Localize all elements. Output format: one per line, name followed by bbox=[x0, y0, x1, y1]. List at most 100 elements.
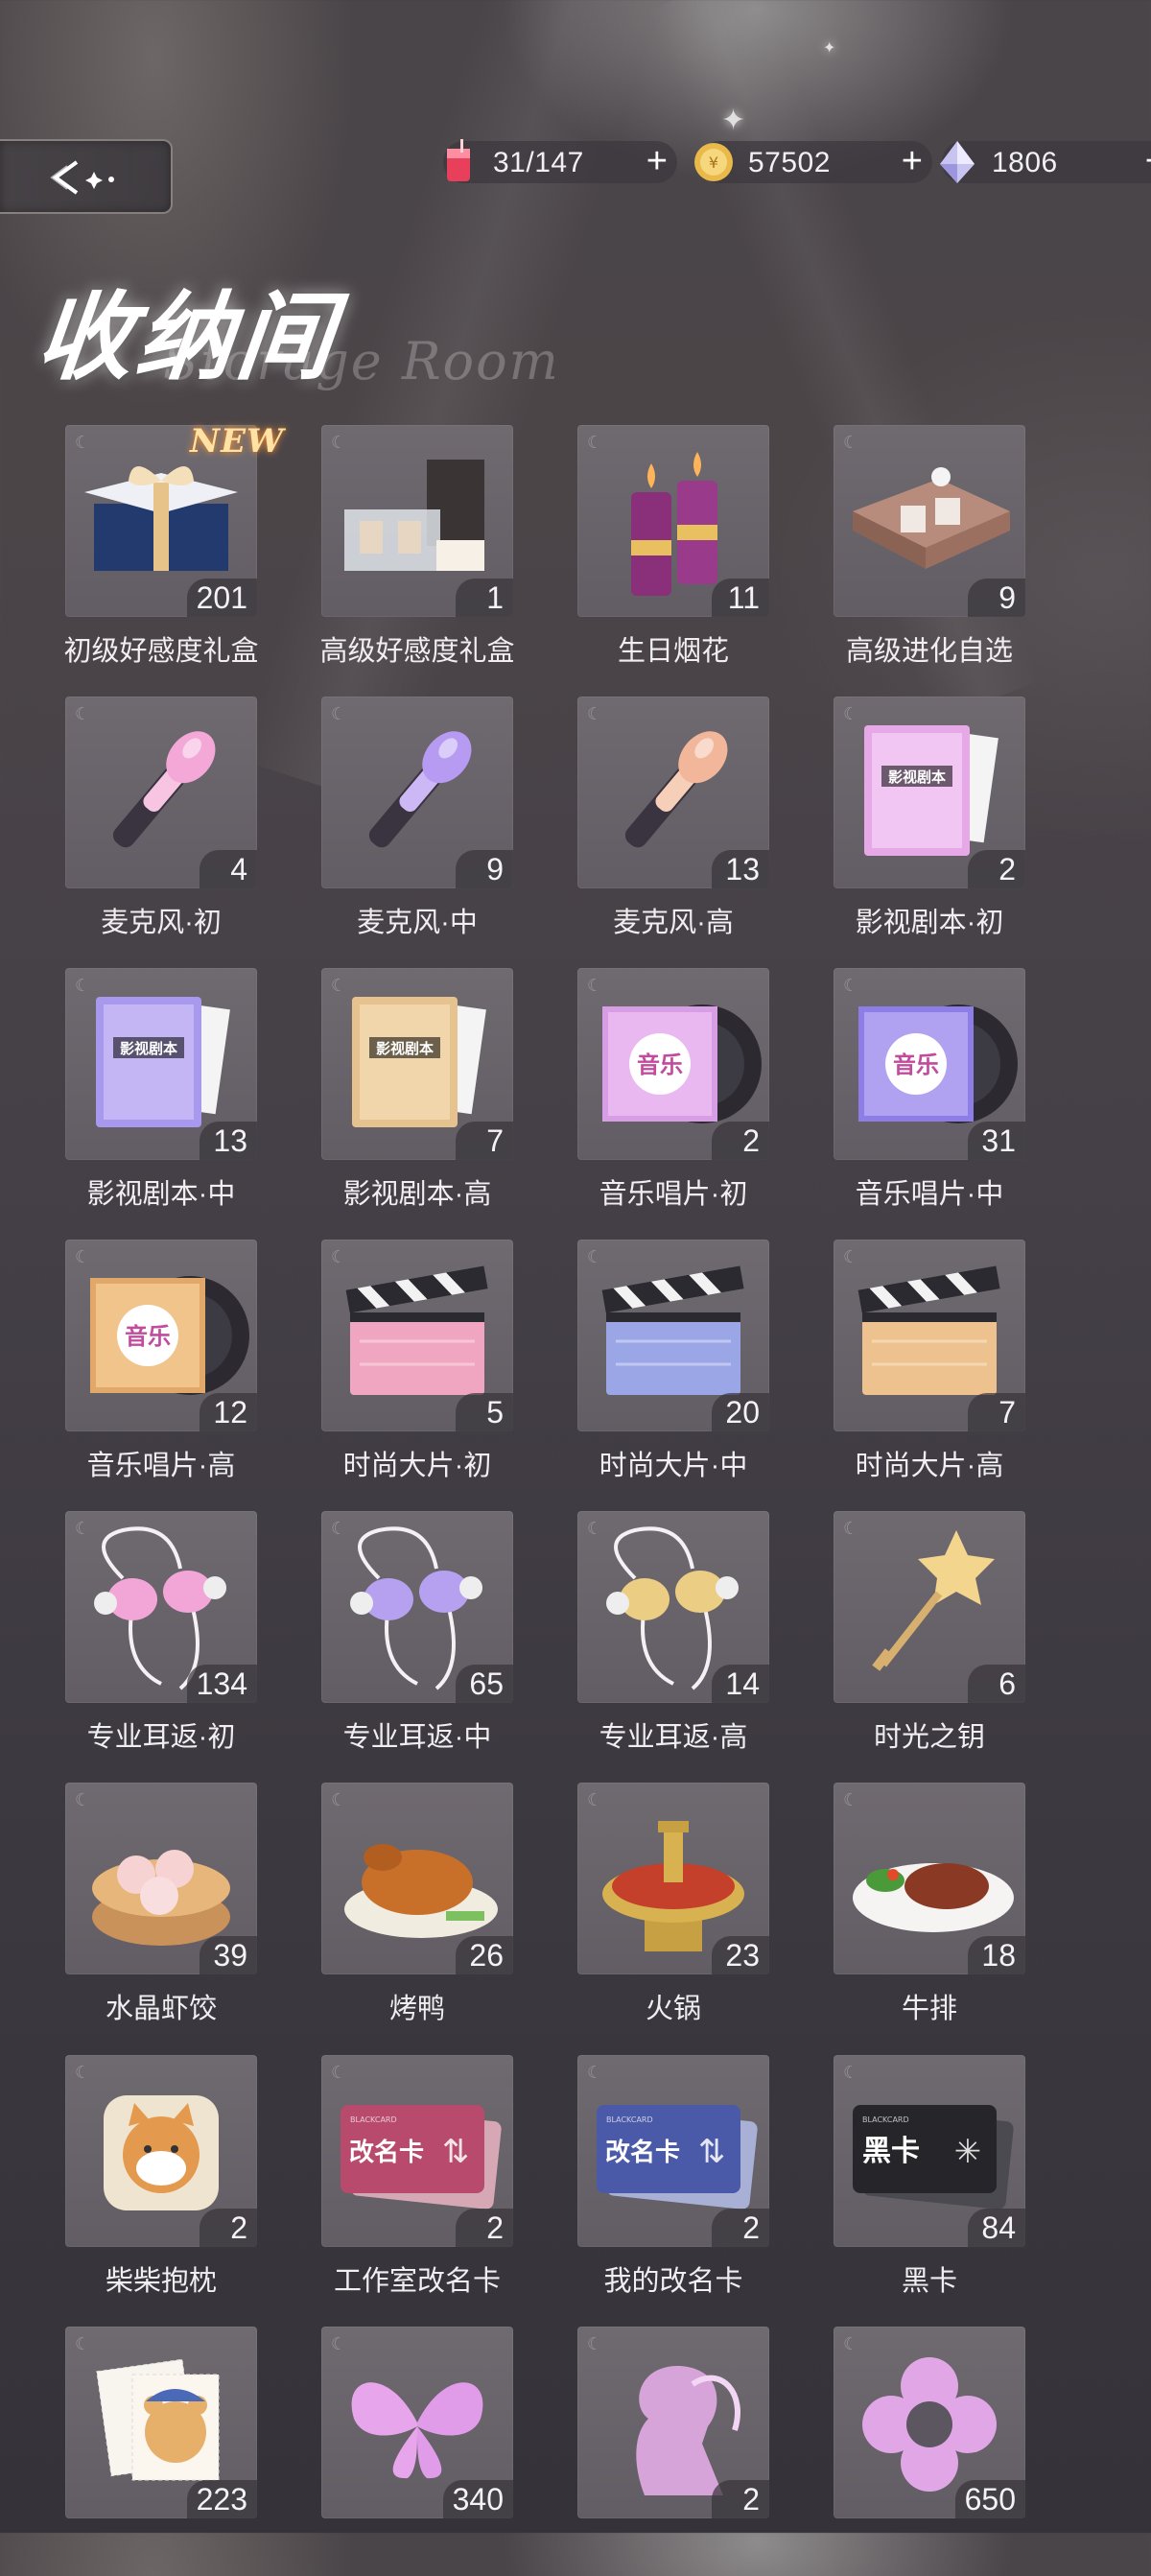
item-tile[interactable]: ☾ 6 bbox=[834, 1511, 1025, 1703]
moon-icon: ☾ bbox=[331, 2334, 347, 2353]
item-label: 专业耳返·中 bbox=[342, 1722, 492, 1753]
item-label: 专业耳返·高 bbox=[599, 1722, 748, 1753]
moon-icon: ☾ bbox=[843, 2063, 859, 2082]
inventory-item[interactable]: ☾ 65 专业耳返·中 bbox=[291, 1511, 548, 1761]
inventory-item[interactable]: ☾ 650 bbox=[803, 2327, 1060, 2576]
item-count: 14 bbox=[712, 1665, 769, 1703]
inventory-item[interactable]: ☾ 223 bbox=[35, 2327, 292, 2576]
inventory-item[interactable]: ☾ 9 高级进化自选 bbox=[803, 425, 1060, 674]
moon-icon: ☾ bbox=[587, 704, 603, 723]
item-tile[interactable]: ☾ 26 bbox=[321, 1783, 513, 1974]
inventory-item[interactable]: ☾ 134 专业耳返·初 bbox=[35, 1511, 292, 1761]
inventory-item[interactable]: ☾ 5 时尚大片·初 bbox=[291, 1240, 548, 1489]
item-count: 23 bbox=[712, 1936, 769, 1974]
svg-text:⇅: ⇅ bbox=[698, 2133, 726, 2171]
item-tile[interactable]: ☾ 5 bbox=[321, 1240, 513, 1431]
item-tile[interactable]: 音乐 ☾ 31 bbox=[834, 968, 1025, 1160]
moon-icon: ☾ bbox=[75, 704, 91, 723]
inventory-item[interactable]: ☾ 2 bbox=[547, 2327, 804, 2576]
inventory-item[interactable]: BLACKCARD 改名卡 ⇅ ☾ 2 工作室改名卡 bbox=[291, 2055, 548, 2304]
inventory-item[interactable]: 影视剧本 ☾ 13 影视剧本·中 bbox=[35, 968, 292, 1217]
inventory-item[interactable]: ☾ 11 生日烟花 bbox=[547, 425, 804, 674]
item-tile[interactable]: BLACKCARD 改名卡 ⇅ ☾ 2 bbox=[321, 2055, 513, 2247]
item-count: 12 bbox=[200, 1393, 257, 1431]
item-tile[interactable]: ☾ 223 bbox=[65, 2327, 257, 2518]
item-tile[interactable]: ☾ 9 bbox=[321, 697, 513, 888]
item-tile[interactable]: 音乐 ☾ 2 bbox=[577, 968, 769, 1160]
moon-icon: ☾ bbox=[587, 1519, 603, 1538]
moon-icon: ☾ bbox=[587, 2063, 603, 2082]
item-tile[interactable]: ☾ 2 bbox=[577, 2327, 769, 2518]
item-label: 水晶虾饺 bbox=[105, 1994, 217, 2024]
item-tile[interactable]: ☾ 65 bbox=[321, 1511, 513, 1703]
inventory-item[interactable]: ☾ 1 高级好感度礼盒 bbox=[291, 425, 548, 674]
inventory-item[interactable]: 影视剧本 ☾ 7 影视剧本·高 bbox=[291, 968, 548, 1217]
inventory-item[interactable]: ☾ 7 时尚大片·高 bbox=[803, 1240, 1060, 1489]
svg-text:影视剧本: 影视剧本 bbox=[888, 768, 946, 786]
moon-icon: ☾ bbox=[331, 704, 347, 723]
item-tile[interactable]: ☾ 1 bbox=[321, 425, 513, 617]
moon-icon: ☾ bbox=[587, 976, 603, 995]
item-tile[interactable]: ☾ 650 bbox=[834, 2327, 1025, 2518]
inventory-item[interactable]: BLACKCARD 改名卡 ⇅ ☾ 2 我的改名卡 bbox=[547, 2055, 804, 2304]
inventory-item[interactable]: ☾ 23 火锅 bbox=[547, 1783, 804, 2032]
moon-icon: ☾ bbox=[331, 1790, 347, 1809]
inventory-item[interactable]: ☾ 20 时尚大片·中 bbox=[547, 1240, 804, 1489]
moon-icon: ☾ bbox=[587, 433, 603, 452]
inventory-item[interactable]: 音乐 ☾ 12 音乐唱片·高 bbox=[35, 1240, 292, 1489]
inventory-item[interactable]: 音乐 ☾ 2 音乐唱片·初 bbox=[547, 968, 804, 1217]
inventory-item[interactable]: 影视剧本 ☾ 2 影视剧本·初 bbox=[803, 697, 1060, 946]
item-label: 生日烟花 bbox=[617, 636, 729, 667]
item-tile[interactable]: ☾ 23 bbox=[577, 1783, 769, 1974]
inventory-item[interactable]: ☾ 201 初级好感度礼盒 bbox=[35, 425, 292, 674]
inventory-item[interactable]: BLACKCARD 黑卡 ✳ ☾ 84 黑卡 bbox=[803, 2055, 1060, 2304]
item-label: 我的改名卡 bbox=[603, 2266, 743, 2297]
moon-icon: ☾ bbox=[843, 1247, 859, 1266]
inventory-item[interactable]: ☾ 14 专业耳返·高 bbox=[547, 1511, 804, 1761]
inventory-item[interactable]: 音乐 ☾ 31 音乐唱片·中 bbox=[803, 968, 1060, 1217]
inventory-item[interactable]: ☾ 340 bbox=[291, 2327, 548, 2576]
item-label: 高级好感度礼盒 bbox=[319, 636, 515, 667]
item-tile[interactable]: 影视剧本 ☾ 2 bbox=[834, 697, 1025, 888]
inventory-item[interactable]: ☾ 18 牛排 bbox=[803, 1783, 1060, 2032]
item-tile[interactable]: 影视剧本 ☾ 7 bbox=[321, 968, 513, 1160]
svg-text:音乐: 音乐 bbox=[893, 1052, 939, 1078]
item-tile[interactable]: ☾ 13 bbox=[577, 697, 769, 888]
inventory-item[interactable]: ☾ 39 水晶虾饺 bbox=[35, 1783, 292, 2032]
item-tile[interactable]: ☾ 2 bbox=[65, 2055, 257, 2247]
item-tile[interactable]: 影视剧本 ☾ 13 bbox=[65, 968, 257, 1160]
item-tile[interactable]: ☾ 11 bbox=[577, 425, 769, 617]
item-tile[interactable]: ☾ 134 bbox=[65, 1511, 257, 1703]
item-count: 201 bbox=[186, 579, 257, 617]
inventory-item[interactable]: ☾ 13 麦克风·高 bbox=[547, 697, 804, 946]
item-tile[interactable]: ☾ 9 bbox=[834, 425, 1025, 617]
item-tile[interactable]: ☾ 20 bbox=[577, 1240, 769, 1431]
item-label: 柴柴抱枕 bbox=[105, 2266, 217, 2297]
svg-text:⇅: ⇅ bbox=[442, 2133, 470, 2171]
item-tile[interactable]: ☾ 39 bbox=[65, 1783, 257, 1974]
moon-icon: ☾ bbox=[843, 976, 859, 995]
item-tile[interactable]: ☾ 340 bbox=[321, 2327, 513, 2518]
item-tile[interactable]: ☾ 7 bbox=[834, 1240, 1025, 1431]
item-label: 麦克风·中 bbox=[357, 908, 478, 938]
item-tile[interactable]: 音乐 ☾ 12 bbox=[65, 1240, 257, 1431]
item-count: 20 bbox=[712, 1393, 769, 1431]
svg-text:BLACKCARD: BLACKCARD bbox=[606, 2115, 653, 2124]
item-tile[interactable]: ☾ 14 bbox=[577, 1511, 769, 1703]
item-tile[interactable]: BLACKCARD 黑卡 ✳ ☾ 84 bbox=[834, 2055, 1025, 2247]
inventory-item[interactable]: ☾ 26 烤鸭 bbox=[291, 1783, 548, 2032]
item-count: 5 bbox=[456, 1393, 513, 1431]
item-tile[interactable]: BLACKCARD 改名卡 ⇅ ☾ 2 bbox=[577, 2055, 769, 2247]
inventory-item[interactable]: ☾ 2 柴柴抱枕 bbox=[35, 2055, 292, 2304]
item-count: 26 bbox=[456, 1936, 513, 1974]
item-tile[interactable]: ☾ 18 bbox=[834, 1783, 1025, 1974]
moon-icon: ☾ bbox=[75, 1519, 91, 1538]
inventory-item[interactable]: ☾ 4 麦克风·初 bbox=[35, 697, 292, 946]
moon-icon: ☾ bbox=[331, 976, 347, 995]
moon-icon: ☾ bbox=[75, 1790, 91, 1809]
item-count: 39 bbox=[200, 1936, 257, 1974]
inventory-item[interactable]: ☾ 6 时光之钥 bbox=[803, 1511, 1060, 1761]
moon-icon: ☾ bbox=[75, 976, 91, 995]
inventory-item[interactable]: ☾ 9 麦克风·中 bbox=[291, 697, 548, 946]
item-tile[interactable]: ☾ 4 bbox=[65, 697, 257, 888]
